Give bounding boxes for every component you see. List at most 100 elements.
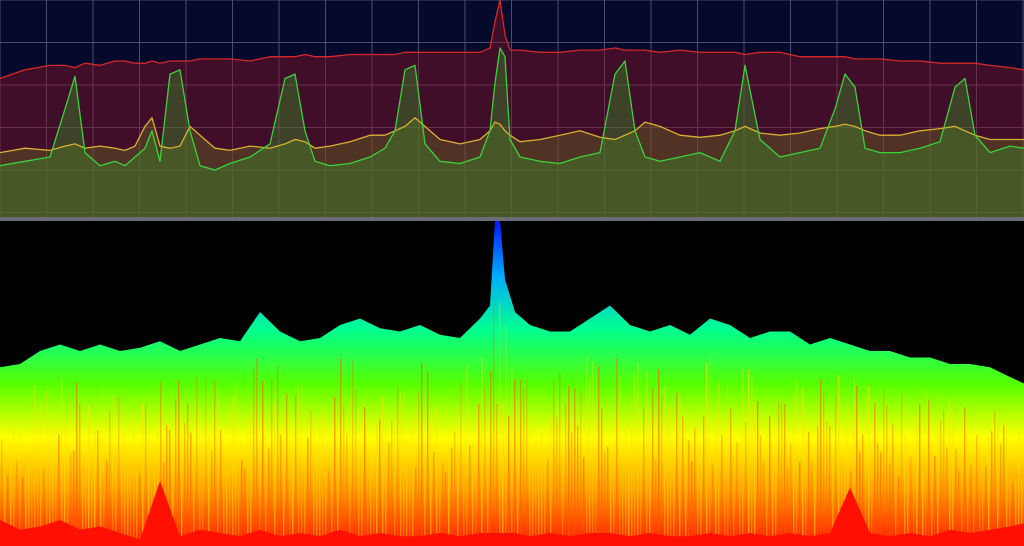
- spectrum-streak: [697, 402, 699, 546]
- spectrum-streak: [751, 377, 753, 546]
- spectrum-streak: [358, 438, 360, 546]
- spectrum-streak: [346, 433, 348, 546]
- spectrum-streak: [40, 402, 42, 546]
- spectrum-streak: [34, 384, 36, 546]
- spectrum-streak: [592, 360, 594, 546]
- spectrum-streak: [736, 442, 738, 546]
- spectrum-streak: [805, 427, 807, 546]
- spectrum-streak: [313, 425, 315, 546]
- spectrum-streak: [283, 458, 285, 546]
- spectrum-streak: [760, 435, 762, 546]
- spectrum-streak: [547, 460, 549, 546]
- spectrum-streak: [595, 372, 597, 546]
- spectrum-streak: [874, 402, 876, 546]
- spectrum-streak: [469, 445, 471, 546]
- spectrum-streak: [724, 413, 726, 546]
- spectrum-streak: [631, 429, 633, 546]
- spectrum-streak: [334, 397, 336, 546]
- spectrum-streak: [829, 425, 831, 546]
- spectrum-streak: [382, 396, 384, 546]
- spectrum-streak: [778, 400, 780, 546]
- spectrum-streak: [466, 364, 468, 546]
- spectrum-streak: [877, 443, 879, 546]
- spectrum-streak: [103, 386, 105, 546]
- spectrum-streak: [343, 405, 345, 546]
- spectrum-streak: [319, 414, 321, 546]
- spectrum-streak: [913, 452, 915, 546]
- spectrum-streak: [685, 410, 687, 546]
- spectrum-streak: [277, 365, 279, 546]
- spectrum-streak: [256, 358, 258, 546]
- spectrum-streak: [763, 461, 765, 546]
- spectrum-streak: [937, 422, 939, 546]
- spectrum-streak: [355, 390, 357, 546]
- spectrum-streak: [541, 432, 543, 546]
- spectrum-streak: [460, 382, 462, 546]
- spectrum-streak: [901, 392, 903, 546]
- spectrum-streak: [46, 390, 48, 546]
- spectrum-streak: [220, 429, 222, 546]
- spectrum-streak: [370, 452, 372, 546]
- spectrum-streak: [451, 447, 453, 546]
- spectrum-analyzer: [0, 0, 1024, 546]
- spectrum-streak: [721, 435, 723, 546]
- spectrum-streak: [925, 387, 927, 546]
- spectrum-streak: [505, 326, 507, 546]
- spectrum-streak: [76, 382, 78, 546]
- spectrum-streak: [253, 368, 255, 546]
- spectrum-streak: [703, 416, 705, 546]
- spectrum-streak: [943, 410, 945, 546]
- spectrum-streak: [427, 371, 429, 546]
- spectrum-streak: [118, 396, 120, 546]
- spectrum-streak: [316, 441, 318, 546]
- spectrum-streak: [400, 392, 402, 546]
- spectrum-streak: [454, 431, 456, 546]
- spectrum-streak: [934, 455, 936, 546]
- spectrum-streak: [187, 402, 189, 546]
- spectrum-streak: [769, 416, 771, 546]
- spectrum-streak: [655, 459, 657, 546]
- spectrum-streak: [232, 397, 234, 546]
- spectrum-streak: [292, 458, 294, 546]
- spectrum-streak: [361, 460, 363, 546]
- spectrum-streak: [811, 461, 813, 546]
- spectrum-streak: [295, 395, 297, 546]
- spectrum-streak: [349, 397, 351, 546]
- spectrum-streak: [652, 388, 654, 546]
- spectrum-streak: [412, 415, 414, 546]
- spectrum-streak: [715, 413, 717, 546]
- spectrum-streak: [79, 404, 81, 546]
- spectrum-streak: [520, 379, 522, 546]
- spectrum-streak: [817, 426, 819, 546]
- spectrum-streak: [931, 466, 933, 546]
- spectrum-streak: [406, 439, 408, 546]
- spectrum-streak: [244, 469, 246, 546]
- spectrum-streak: [808, 431, 810, 546]
- spectrum-streak: [616, 358, 618, 546]
- spectrum-streak: [949, 399, 951, 546]
- spectrum-streak: [571, 432, 573, 546]
- spectrum-streak: [472, 456, 474, 546]
- spectrum-streak: [916, 416, 918, 546]
- spectrum-streak: [796, 379, 798, 546]
- spectrum-streak: [388, 442, 390, 546]
- spectrum-streak: [199, 407, 201, 546]
- spectrum-streak: [376, 423, 378, 546]
- spectrum-streak: [988, 437, 990, 546]
- spectrum-streak: [661, 395, 663, 546]
- spectrum-streak: [664, 386, 666, 546]
- spectrum-streak: [403, 389, 405, 546]
- spectrum-streak: [448, 446, 450, 546]
- spectrum-streak: [391, 420, 393, 546]
- spectrum-streak: [250, 415, 252, 546]
- spectrum-streak: [904, 435, 906, 546]
- spectrum-streak: [397, 386, 399, 546]
- spectrum-streak: [385, 419, 387, 546]
- spectrum-streak: [814, 473, 816, 546]
- spectrum-streak: [271, 379, 273, 546]
- spectrum-streak: [544, 451, 546, 546]
- spectrum-streak: [748, 369, 750, 546]
- spectrum-streak: [745, 421, 747, 546]
- spectrum-streak: [508, 415, 510, 546]
- spectrum-streak: [589, 377, 591, 546]
